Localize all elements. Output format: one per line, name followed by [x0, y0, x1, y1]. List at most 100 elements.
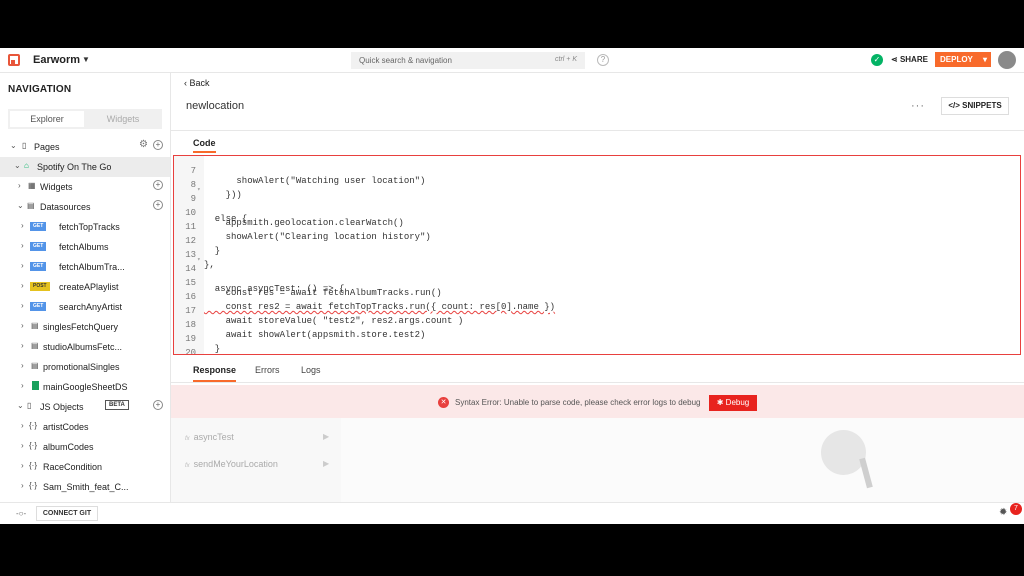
- fold-icon[interactable]: ▾: [197, 186, 201, 193]
- braces-icon: {·}: [29, 481, 38, 490]
- app-window: Earworm ▼ Quick search & navigation ctrl…: [0, 48, 1024, 524]
- function-icon: fx: [185, 436, 190, 442]
- tab-logs[interactable]: Logs: [301, 365, 321, 375]
- snippets-button[interactable]: </> SNIPPETS: [941, 97, 1009, 115]
- back-label: Back: [189, 78, 210, 88]
- page-icon: ▯: [22, 141, 27, 150]
- chevron-right-icon[interactable]: ›: [21, 281, 24, 290]
- tree-item-query[interactable]: › ▤ promotionalSingles: [0, 357, 170, 377]
- braces-icon: {·}: [29, 461, 38, 470]
- code-line: 8 })): [174, 170, 1014, 200]
- tree-item-query[interactable]: › ▤ studioAlbumsFetc...: [0, 337, 170, 357]
- add-icon[interactable]: +: [153, 200, 163, 210]
- tree-item-query[interactable]: › GET fetchAlbumTra...: [0, 257, 170, 277]
- tab-widgets[interactable]: Widgets: [86, 111, 160, 127]
- tree-item-widgets[interactable]: › ▦ Widgets +: [0, 177, 170, 197]
- chevron-right-icon[interactable]: ›: [21, 321, 24, 330]
- connect-git-button[interactable]: CONNECT GIT: [36, 506, 98, 521]
- tab-errors[interactable]: Errors: [255, 365, 280, 375]
- chevron-right-icon[interactable]: ›: [21, 461, 24, 470]
- code-line: 12 }: [174, 226, 1014, 256]
- chevron-right-icon[interactable]: ›: [21, 301, 24, 310]
- tree-item-datasource[interactable]: › mainGoogleSheetDS: [0, 377, 170, 397]
- function-item[interactable]: fx asyncTest: [185, 432, 234, 442]
- chevron-right-icon[interactable]: ›: [21, 421, 24, 430]
- share-button[interactable]: ⋖ SHARE: [891, 55, 928, 64]
- chevron-down-icon[interactable]: ⌄: [10, 141, 17, 150]
- query-icon: ▤: [31, 361, 39, 370]
- response-empty-state: [341, 418, 1024, 502]
- chevron-down-icon[interactable]: ▾: [983, 52, 987, 67]
- chevron-down-icon[interactable]: ⌄: [14, 161, 21, 170]
- error-icon: ✕: [438, 397, 449, 408]
- fold-icon[interactable]: ▾: [197, 256, 201, 263]
- chevron-right-icon[interactable]: ›: [21, 221, 24, 230]
- debug-button[interactable]: ✱ Debug: [709, 395, 757, 411]
- play-icon[interactable]: ▶: [323, 432, 329, 441]
- tree-item-query[interactable]: › POST createAPlaylist: [0, 277, 170, 297]
- line-number: 20: [185, 348, 196, 355]
- bug-icon[interactable]: ✹: [999, 507, 1007, 518]
- code-line: 13 },: [174, 240, 1014, 270]
- sidebar: NAVIGATION Explorer Widgets ⌄ ▯ Pages ⚙ …: [0, 73, 171, 502]
- chevron-right-icon[interactable]: ›: [21, 261, 24, 270]
- more-options-icon[interactable]: ···: [911, 100, 925, 112]
- empty-state-illustration: [859, 457, 873, 489]
- tree-item-js-objects[interactable]: ⌄ ▯ JS Objects BETA +: [0, 397, 170, 417]
- add-icon[interactable]: +: [153, 180, 163, 190]
- post-badge: POST: [30, 282, 50, 291]
- chevron-right-icon[interactable]: ›: [21, 341, 24, 350]
- get-badge: GET: [30, 262, 47, 271]
- chevron-right-icon[interactable]: ›: [21, 381, 24, 390]
- gear-icon[interactable]: ⚙: [139, 139, 148, 150]
- code-editor[interactable]: 7 showAlert("Watching user location") 8 …: [173, 155, 1021, 355]
- chevron-right-icon[interactable]: ›: [18, 181, 21, 190]
- error-count-badge[interactable]: 7: [1010, 503, 1022, 515]
- tree-item-query[interactable]: › GET searchAnyArtist: [0, 297, 170, 317]
- tree-item-label: RaceCondition: [43, 462, 103, 472]
- help-icon[interactable]: ?: [597, 54, 609, 66]
- tree-item-label: Widgets: [40, 182, 73, 192]
- back-link[interactable]: ‹ Back: [184, 78, 210, 88]
- tree-item-js-object[interactable]: › {·} artistCodes: [0, 417, 170, 437]
- get-badge: GET: [30, 222, 47, 231]
- app-logo-icon[interactable]: [8, 54, 20, 66]
- tree-item-label: albumCodes: [43, 442, 94, 452]
- tree-item-js-object[interactable]: › {·} RaceCondition: [0, 457, 170, 477]
- page-title[interactable]: newlocation: [186, 100, 244, 112]
- tree-item-query[interactable]: › GET fetchTopTracks: [0, 217, 170, 237]
- add-icon[interactable]: +: [153, 400, 163, 410]
- chevron-down-icon[interactable]: ⌄: [17, 201, 24, 210]
- divider: [171, 130, 1024, 131]
- add-icon[interactable]: +: [153, 140, 163, 150]
- tree-item-js-object[interactable]: › {·} albumCodes: [0, 437, 170, 457]
- code-line: 16 const res2 = await fetchTopTracks.run…: [174, 282, 1014, 312]
- chevron-right-icon[interactable]: ›: [21, 481, 24, 490]
- tab-explorer[interactable]: Explorer: [10, 111, 84, 127]
- play-icon[interactable]: ▶: [323, 459, 329, 468]
- chevron-right-icon[interactable]: ›: [21, 441, 24, 450]
- function-item[interactable]: fx sendMeYourLocation: [185, 459, 278, 469]
- code-line: 10 appsmith.geolocation.clearWatch(): [174, 198, 1014, 228]
- home-icon: ⌂: [24, 161, 29, 170]
- share-label: SHARE: [899, 55, 928, 64]
- tree-item-pages[interactable]: ⌄ ▯ Pages ⚙ +: [0, 137, 170, 157]
- chevron-down-icon[interactable]: ▼: [82, 55, 90, 64]
- tab-code[interactable]: Code: [193, 138, 216, 153]
- tree-item-page[interactable]: ⌄ ⌂ Spotify On The Go: [0, 157, 170, 177]
- tree-item-query[interactable]: › GET fetchAlbums: [0, 237, 170, 257]
- chevron-right-icon[interactable]: ›: [21, 241, 24, 250]
- deploy-button[interactable]: DEPLOY ▾: [935, 52, 991, 67]
- tree-item-js-object[interactable]: › {·} Sam_Smith_feat_C...: [0, 477, 170, 497]
- google-sheets-icon: [32, 381, 39, 390]
- tree-item-query[interactable]: › ▤ singlesFetchQuery: [0, 317, 170, 337]
- tree-item-label: fetchAlbums: [59, 242, 109, 252]
- search-input[interactable]: Quick search & navigation ctrl + K: [351, 52, 585, 69]
- app-name[interactable]: Earworm: [33, 54, 80, 66]
- tab-response[interactable]: Response: [193, 365, 237, 382]
- tree-item-datasources[interactable]: ⌄ ▤ Datasources +: [0, 197, 170, 217]
- avatar[interactable]: [998, 51, 1016, 69]
- chevron-right-icon[interactable]: ›: [21, 361, 24, 370]
- chevron-down-icon[interactable]: ⌄: [17, 401, 24, 410]
- tree-item-label: Sam_Smith_feat_C...: [43, 482, 129, 492]
